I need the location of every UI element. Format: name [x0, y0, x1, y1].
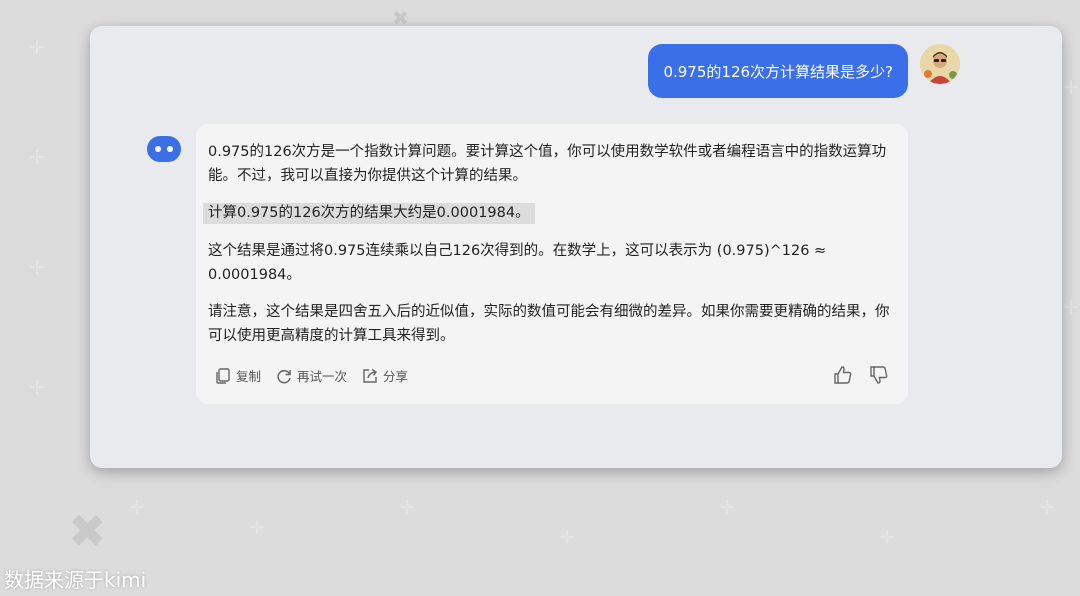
- thumbs-up-icon[interactable]: [832, 364, 854, 386]
- thumbs-down-icon[interactable]: [868, 364, 890, 386]
- copy-icon: [216, 367, 230, 384]
- assistant-message-bubble: 0.975的126次方是一个指数计算问题。要计算这个值，你可以使用数学软件或者编…: [196, 124, 908, 404]
- copy-button[interactable]: 复制: [214, 366, 261, 385]
- user-message-bubble: 0.975的126次方计算结果是多少?: [648, 44, 908, 98]
- assistant-avatar-icon: [146, 132, 182, 168]
- share-icon: [363, 368, 378, 383]
- chat-panel: 0.975的126次方计算结果是多少? 0.975的126次方是一个指数计算问题…: [90, 26, 1062, 468]
- decor-plus-icon: [880, 530, 894, 544]
- decor-plus-icon: [1040, 500, 1054, 514]
- feedback-buttons: [832, 364, 890, 386]
- decor-x-icon: ✖: [392, 6, 409, 30]
- decor-plus-icon: [30, 380, 44, 394]
- user-avatar[interactable]: [920, 44, 960, 84]
- retry-label: 再试一次: [297, 369, 348, 384]
- decor-plus-icon: [560, 530, 574, 544]
- assistant-paragraph: 这个结果是通过将0.975连续乘以自己126次得到的。在数学上，这可以表示为 (…: [208, 243, 827, 283]
- share-button[interactable]: 分享: [361, 366, 408, 385]
- assistant-paragraph: 0.975的126次方是一个指数计算问题。要计算这个值，你可以使用数学软件或者编…: [208, 144, 887, 184]
- decor-plus-icon: [30, 150, 44, 164]
- decor-plus-icon: [30, 40, 44, 54]
- decor-plus-icon: [30, 260, 44, 274]
- copy-label: 复制: [236, 369, 262, 384]
- retry-button[interactable]: 再试一次: [275, 366, 347, 385]
- decor-plus-icon: [720, 500, 734, 514]
- share-label: 分享: [383, 369, 409, 384]
- assistant-paragraph-highlight: 计算0.975的126次方的结果大约是0.0001984。: [203, 201, 898, 225]
- source-watermark: 数据来源于kimi: [4, 568, 147, 592]
- decor-plus-icon: [400, 500, 414, 514]
- user-message-text: 0.975的126次方计算结果是多少?: [663, 62, 893, 81]
- message-actions: 复制 再试一次 分享: [214, 366, 408, 385]
- decor-plus-icon: [250, 520, 264, 534]
- decor-plus-icon: [1064, 80, 1078, 94]
- decor-plus-icon: [1064, 300, 1078, 314]
- decor-x-icon: ✖: [68, 504, 107, 558]
- decor-plus-icon: [130, 500, 144, 514]
- refresh-icon: [277, 369, 291, 383]
- assistant-paragraph: 请注意，这个结果是四舍五入后的近似值，实际的数值可能会有细微的差异。如果你需要更…: [208, 304, 890, 344]
